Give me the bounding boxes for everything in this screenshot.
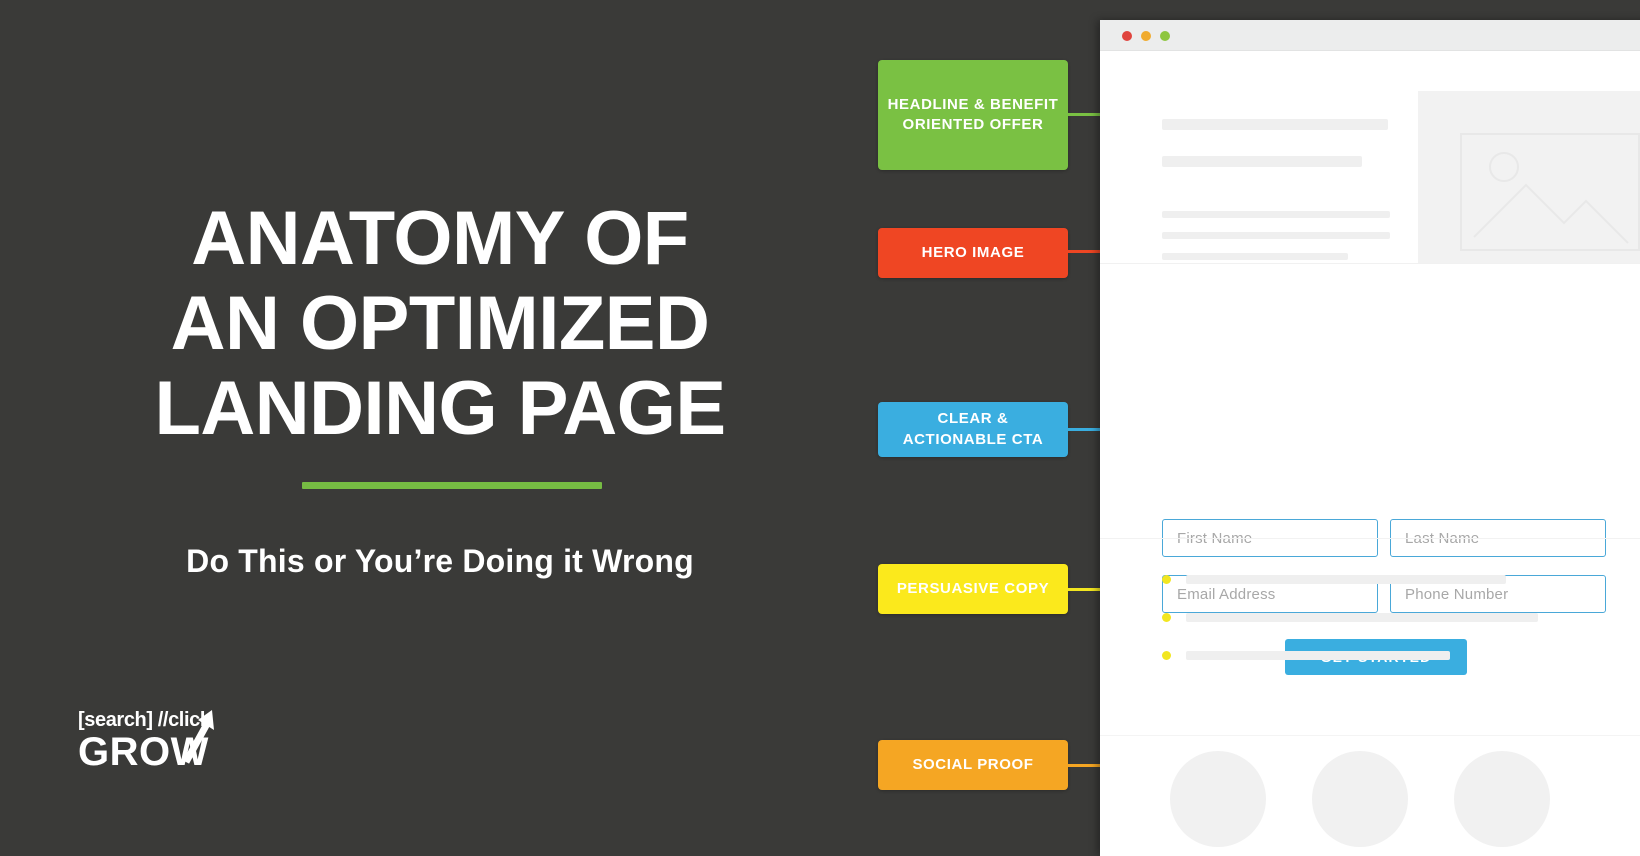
- copy-bullet-icon: [1162, 613, 1171, 622]
- page-title-line-3: LANDING PAGE: [154, 366, 726, 452]
- social-proof-avatar: [1454, 751, 1550, 847]
- copy-placeholder-line: [1186, 651, 1450, 660]
- body-placeholder-bar: [1162, 211, 1390, 218]
- body-placeholder-bar: [1162, 253, 1348, 260]
- callout-persuasive-copy-label: PERSUASIVE COPY: [896, 579, 1050, 597]
- title-divider: [302, 482, 602, 489]
- callout-clear-actionable-cta[interactable]: CLEAR & ACTIONABLE CTA: [878, 402, 1068, 457]
- window-maximize-icon[interactable]: [1160, 31, 1170, 41]
- page-subtitle: Do This or You’re Doing it Wrong: [186, 543, 694, 579]
- copy-placeholder-line: [1186, 575, 1506, 584]
- social-proof-avatar: [1312, 751, 1408, 847]
- image-placeholder-icon: [1460, 133, 1640, 251]
- window-minimize-icon[interactable]: [1141, 31, 1151, 41]
- copy-bullet-icon: [1162, 575, 1171, 584]
- copy-placeholder-line: [1186, 613, 1538, 622]
- social-proof-avatar: [1170, 751, 1266, 847]
- callout-headline-benefit-label: HEADLINE & BENEFIT ORIENTED OFFER: [887, 95, 1059, 133]
- callout-hero-image[interactable]: HERO IMAGE: [878, 228, 1068, 278]
- section-divider: [1100, 735, 1640, 736]
- page-title-line-1: ANATOMY OF: [191, 196, 689, 281]
- hero-image-placeholder: [1418, 91, 1640, 263]
- callout-headline-benefit[interactable]: HEADLINE & BENEFIT ORIENTED OFFER: [878, 60, 1068, 170]
- window-close-icon[interactable]: [1122, 31, 1132, 41]
- callout-social-proof-label: SOCIAL PROOF: [912, 755, 1034, 773]
- browser-title-bar: [1100, 20, 1640, 51]
- left-panel: ANATOMY OF AN OPTIMIZED LANDING PAGE Do …: [0, 0, 880, 856]
- headline-placeholder-bar: [1162, 119, 1388, 130]
- hero-section: [1100, 51, 1640, 264]
- browser-window-mockup: First Name Last Name Email Address Phone…: [1100, 20, 1640, 856]
- callout-persuasive-copy[interactable]: PERSUASIVE COPY: [878, 564, 1068, 614]
- growth-arrow-icon: [182, 710, 214, 764]
- browser-viewport: First Name Last Name Email Address Phone…: [1100, 51, 1640, 856]
- subheadline-placeholder-bar: [1162, 156, 1362, 167]
- copy-bullet-icon: [1162, 651, 1171, 660]
- section-divider: [1100, 538, 1640, 539]
- callout-social-proof[interactable]: SOCIAL PROOF: [878, 740, 1068, 790]
- callout-hero-image-label: HERO IMAGE: [921, 243, 1025, 261]
- page-title-line-2: AN OPTIMIZED: [170, 281, 710, 367]
- body-placeholder-bar: [1162, 232, 1390, 239]
- brand-logo: [search] //click GROW: [78, 710, 318, 780]
- page-title: ANATOMY OF AN OPTIMIZED LANDING PAGE: [0, 196, 880, 451]
- infographic-canvas: ANATOMY OF AN OPTIMIZED LANDING PAGE Do …: [0, 0, 1640, 856]
- callout-clear-actionable-cta-label: CLEAR & ACTIONABLE CTA: [902, 410, 1044, 448]
- lead-form-section: First Name Last Name Email Address Phone…: [1100, 264, 1640, 675]
